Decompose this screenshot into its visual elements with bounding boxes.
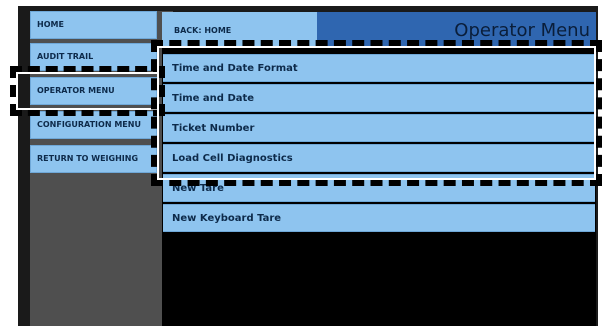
sidebar-item-return-to-weighing[interactable]: RETURN TO WEIGHING [30, 145, 157, 173]
sidebar-item-home[interactable]: HOME [30, 11, 157, 39]
page-title: Operator Menu [317, 12, 596, 46]
menu-item-new-tare[interactable]: New Tare [163, 174, 595, 202]
back-button[interactable]: BACK: HOME [162, 12, 317, 46]
sidebar-item-operator-menu[interactable]: OPERATOR MENU [30, 77, 157, 105]
sidebar-item-configuration-menu[interactable]: CONFIGURATION MENU [30, 111, 157, 139]
menu-item-time-and-date[interactable]: Time and Date [163, 84, 595, 112]
sidebar: HOME AUDIT TRAIL OPERATOR MENU CONFIGURA… [30, 11, 173, 326]
menu-item-new-keyboard-tare[interactable]: New Keyboard Tare [163, 204, 595, 232]
menu-item-ticket-number[interactable]: Ticket Number [163, 114, 595, 142]
menu-item-time-and-date-format[interactable]: Time and Date Format [163, 54, 595, 82]
sidebar-item-audit-trail[interactable]: AUDIT TRAIL [30, 43, 157, 71]
menu-item-load-cell-diagnostics[interactable]: Load Cell Diagnostics [163, 144, 595, 172]
main-panel: BACK: HOME Operator Menu Time and Date F… [162, 12, 596, 326]
